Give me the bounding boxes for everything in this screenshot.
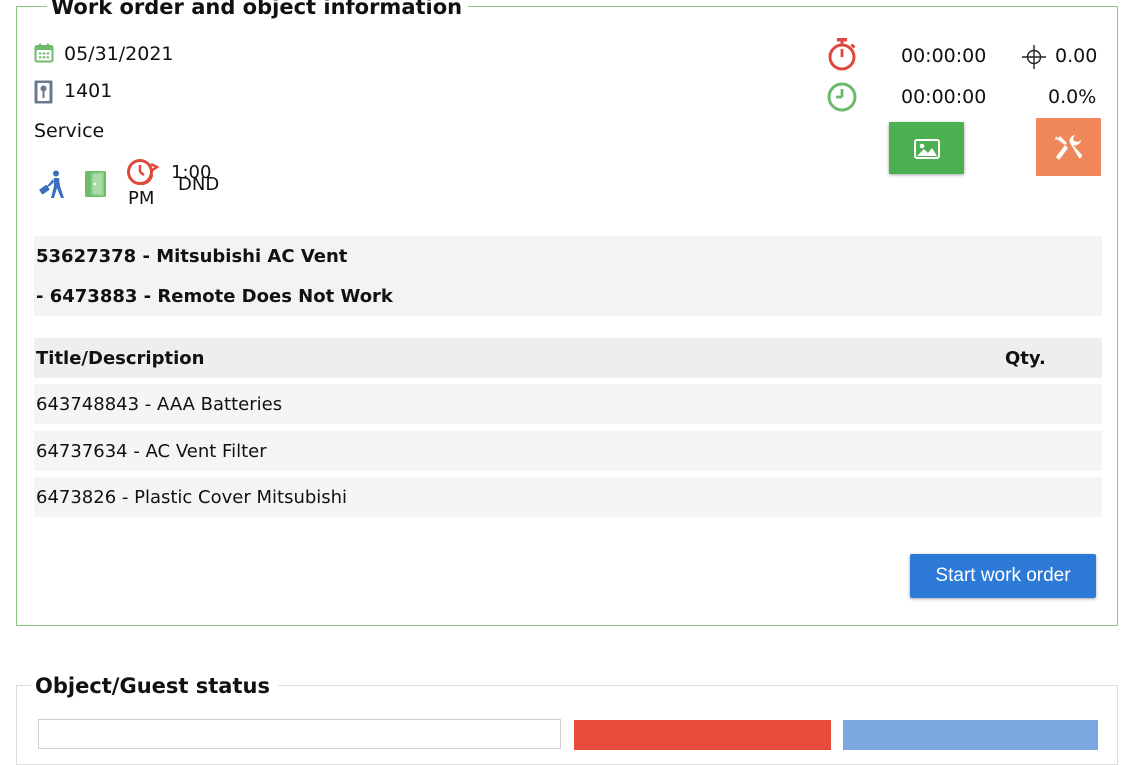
stopwatch-icon [828,38,856,71]
calendar-icon [34,43,54,63]
work-order-date: 05/31/2021 [64,43,174,65]
table-row: 64737634 - AC Vent Filter [34,431,1102,471]
photo-button[interactable] [889,122,964,174]
work-order-legend: Work order and object information [47,0,469,19]
dnd-label: DND [178,174,220,195]
dnd-clock-icon [127,159,160,186]
room-number: 1401 [64,80,113,102]
guest-traveler-icon [39,170,64,198]
row-title: 643748843 - AAA Batteries [36,394,283,415]
clock-timer: 00:00:00 [901,86,987,108]
distance-value: 0.00 [1055,45,1098,67]
table-row: 6473826 - Plastic Cover Mitsubishi [34,477,1102,517]
door-icon [85,171,106,197]
room-key-icon [34,80,53,104]
table-row: 643748843 - AAA Batteries [34,384,1102,424]
crosshair-icon [1022,45,1046,69]
status-blue-button[interactable] [843,720,1098,750]
start-work-order-button[interactable]: Start work order [910,554,1096,598]
title-column-header: Title/Description [36,348,205,369]
tools-button[interactable] [1036,118,1101,176]
status-input[interactable] [38,719,561,749]
elapsed-timer: 00:00:00 [901,45,987,67]
percent-value: 0.0% [1048,86,1097,108]
issue-line-2: - 6473883 - Remote Does Not Work [36,286,393,307]
issue-info-block: 53627378 - Mitsubishi AC Vent - 6473883 … [34,236,1102,316]
row-title: 6473826 - Plastic Cover Mitsubishi [36,487,348,508]
row-title: 64737634 - AC Vent Filter [36,441,267,462]
status-red-button[interactable] [574,720,831,750]
object-status-legend: Object/Guest status [31,673,278,699]
image-icon [914,139,940,159]
tools-icon [1055,135,1083,160]
work-order-type: Service [34,120,105,142]
issue-line-1: 53627378 - Mitsubishi AC Vent [36,246,348,267]
qty-column-header: Qty. [1005,348,1046,369]
clock-icon [827,82,857,112]
items-table-header: Title/Description Qty. [34,338,1102,378]
dnd-time-ampm: PM [128,188,155,209]
